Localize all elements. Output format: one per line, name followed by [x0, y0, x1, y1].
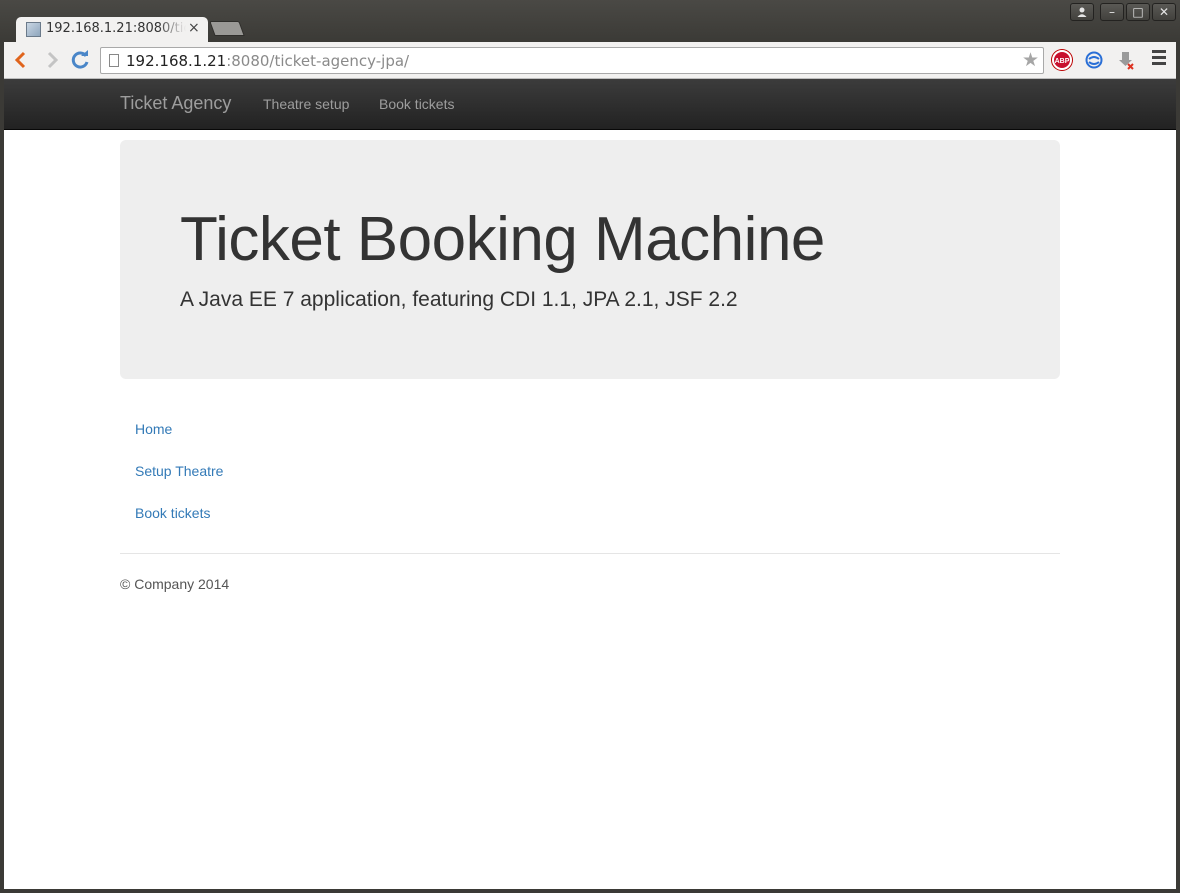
back-arrow-icon [14, 51, 26, 69]
navbar-brand[interactable]: Ticket Agency [120, 93, 231, 114]
adblock-extension-button[interactable]: ABP [1052, 50, 1072, 70]
favicon-icon [26, 22, 41, 37]
site-navbar: Ticket Agency Theatre setup Book tickets [4, 79, 1176, 130]
reload-button[interactable] [68, 48, 92, 72]
close-window-button[interactable]: ✕ [1152, 3, 1176, 21]
browser-menu-button[interactable] [1152, 50, 1166, 66]
url-text: 192.168.1.21:8080/ticket-agency-jpa/ [126, 52, 410, 70]
browser-window: 192.168.1.21:8080/ticket-agency-jpa/ × –… [0, 0, 1180, 893]
tab-title: 192.168.1.21:8080/ticket-agency-jpa/ [46, 21, 186, 36]
forward-button[interactable] [40, 48, 64, 72]
link-book-tickets[interactable]: Book tickets [135, 505, 210, 521]
download-extension-button[interactable] [1116, 50, 1136, 70]
page-subtitle: A Java EE 7 application, featuring CDI 1… [180, 288, 738, 311]
forward-arrow-icon [47, 51, 59, 69]
browser-tab[interactable]: 192.168.1.21:8080/ticket-agency-jpa/ × [16, 17, 208, 42]
tab-close-button[interactable]: × [188, 20, 200, 36]
sync-icon [1085, 51, 1103, 69]
nav-link-theatre-setup[interactable]: Theatre setup [263, 96, 349, 112]
browser-toolbar: 192.168.1.21:8080/ticket-agency-jpa/ ★ A… [4, 42, 1176, 79]
maximize-button[interactable]: □ [1126, 3, 1150, 21]
window-bottom-border [0, 889, 1180, 893]
page-viewport: Ticket Agency Theatre setup Book tickets… [4, 79, 1176, 889]
link-home[interactable]: Home [135, 421, 172, 437]
new-tab-button[interactable] [209, 21, 245, 36]
jumbotron: Ticket Booking Machine A Java EE 7 appli… [120, 140, 1060, 379]
reload-icon [71, 50, 89, 69]
nav-link-book-tickets[interactable]: Book tickets [379, 96, 454, 112]
page-title: Ticket Booking Machine [180, 205, 825, 274]
footer-divider [120, 553, 1060, 554]
back-button[interactable] [9, 48, 33, 72]
download-icon [1119, 52, 1134, 70]
address-bar[interactable]: 192.168.1.21:8080/ticket-agency-jpa/ ★ [100, 47, 1044, 74]
user-profile-button[interactable] [1070, 3, 1094, 21]
page-icon [109, 54, 119, 67]
link-setup-theatre[interactable]: Setup Theatre [135, 463, 223, 479]
bookmark-star-icon[interactable]: ★ [1022, 49, 1039, 71]
footer-copyright: © Company 2014 [120, 576, 230, 592]
user-icon [1077, 7, 1087, 17]
tab-strip: 192.168.1.21:8080/ticket-agency-jpa/ × –… [0, 0, 1180, 42]
minimize-button[interactable]: – [1100, 3, 1124, 21]
sync-extension-button[interactable] [1084, 50, 1104, 70]
